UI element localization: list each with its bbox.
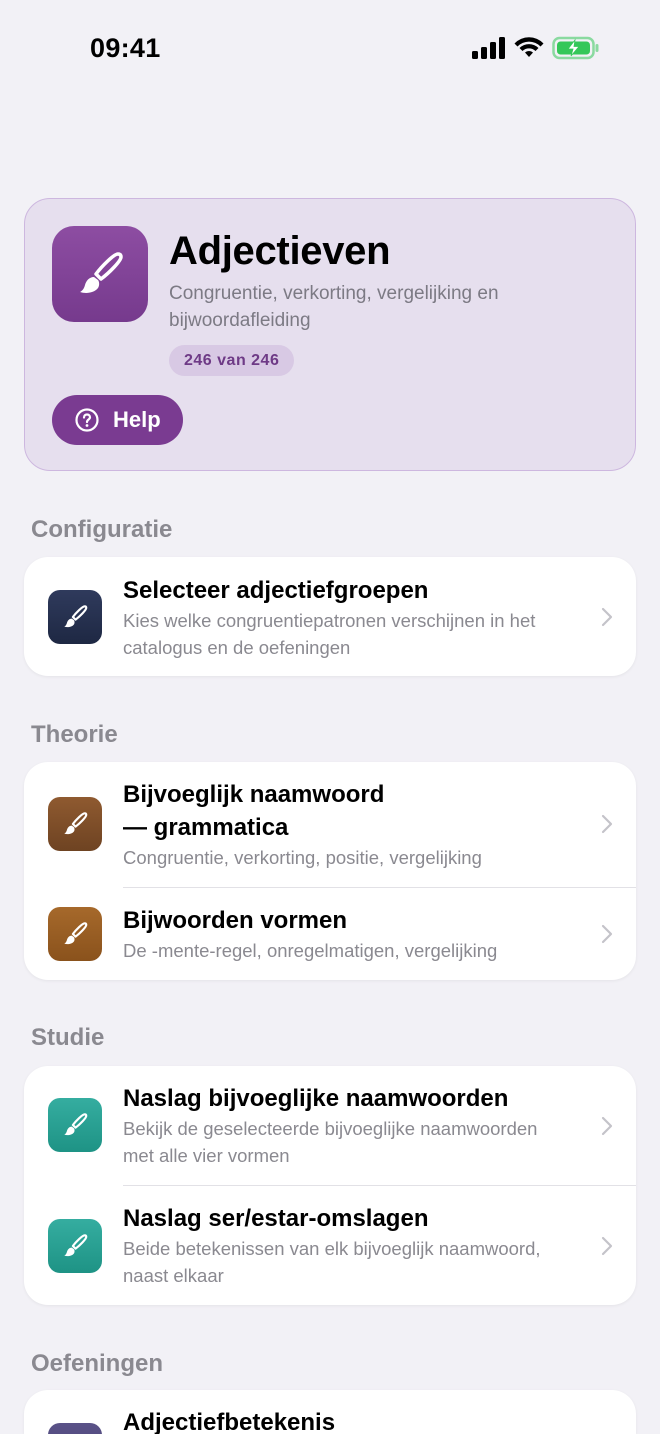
hero-card: Adjectieven Congruentie, verkorting, ver…: [24, 198, 636, 471]
list-item-title-continued: — grammatica: [123, 814, 289, 841]
status-time: 09:41: [90, 33, 161, 63]
help-button[interactable]: Help: [52, 395, 183, 445]
page-subtitle: Congruentie, verkorting, vergelijking en…: [169, 283, 499, 331]
page-title: Adjectieven: [169, 229, 391, 273]
status-icons: [472, 36, 600, 60]
list-item-title: Naslag ser/estar-omslagen: [123, 1205, 429, 1232]
list-item-subtitle: Bekijk de geselecteerde bijvoeglijke naa…: [123, 1118, 538, 1166]
list-item-title: Naslag bijvoeglijke naamwoorden: [123, 1085, 509, 1112]
status-bar: 09:41: [0, 0, 660, 96]
help-button-label: Help: [113, 407, 161, 432]
question-circle-icon: [75, 408, 99, 432]
list-item-title: Bijwoorden vormen: [123, 907, 348, 934]
chevron-right-icon: [601, 607, 613, 627]
list-item-naslag-bijvoeglijke-naamwoorden[interactable]: Naslag bijvoeglijke naamwoorden Bekijk d…: [24, 1066, 636, 1185]
paintbrush-icon: [48, 907, 102, 961]
section-header-studie: Studie: [31, 1024, 105, 1051]
list-item-subtitle: De -mente-regel, onregelmatigen, vergeli…: [123, 940, 498, 961]
list-item-subtitle: Beide betekenissen van elk bijvoeglijk n…: [123, 1238, 541, 1286]
list-item-bijvoeglijk-naamwoord-grammatica[interactable]: Bijvoeglijk naamwoord — grammatica Congr…: [24, 762, 636, 887]
list-item-naslag-ser-estar-omslagen[interactable]: Naslag ser/estar-omslagen Beide betekeni…: [24, 1186, 636, 1305]
paintbrush-icon: [48, 1098, 102, 1152]
chevron-right-icon: [601, 1236, 613, 1256]
chevron-right-icon: [601, 1116, 613, 1136]
list-item-selecteer-adjectiefgroepen[interactable]: Selecteer adjectiefgroepen Kies welke co…: [24, 557, 636, 676]
chevron-right-icon: [601, 814, 613, 834]
list-item-adjectiefbetekenis[interactable]: Adjectiefbetekenis: [24, 1390, 636, 1434]
chevron-right-icon: [601, 924, 613, 944]
list-item-title: Selecteer adjectiefgroepen: [123, 577, 429, 604]
progress-badge: 246 van 246: [169, 345, 295, 376]
card-configuratie: Selecteer adjectiefgroepen Kies welke co…: [24, 557, 636, 676]
card-oefeningen: Adjectiefbetekenis: [24, 1390, 636, 1434]
cellular-signal-icon: [472, 37, 505, 59]
list-item-subtitle: Kies welke congruentiepatronen verschijn…: [123, 610, 536, 658]
paintbrush-icon: [48, 1219, 102, 1273]
paintbrush-icon: [48, 1423, 102, 1434]
list-item-title: Adjectiefbetekenis: [123, 1409, 336, 1434]
paintbrush-icon: [52, 226, 148, 322]
card-theorie: Bijvoeglijk naamwoord — grammatica Congr…: [24, 762, 636, 980]
section-header-oefeningen: Oefeningen: [31, 1350, 164, 1377]
battery-charging-icon: [552, 36, 599, 60]
card-studie: Naslag bijvoeglijke naamwoorden Bekijk d…: [24, 1066, 636, 1305]
wifi-icon: [514, 37, 544, 57]
section-header-configuratie: Configuratie: [31, 516, 173, 543]
list-item-subtitle: Congruentie, verkorting, positie, vergel…: [123, 847, 482, 868]
list-item-title: Bijvoeglijk naamwoord: [123, 781, 385, 808]
paintbrush-icon: [48, 797, 102, 851]
section-header-theorie: Theorie: [31, 721, 118, 748]
list-item-bijwoorden-vormen[interactable]: Bijwoorden vormen De -mente-regel, onreg…: [24, 888, 636, 980]
paintbrush-icon: [48, 590, 102, 644]
